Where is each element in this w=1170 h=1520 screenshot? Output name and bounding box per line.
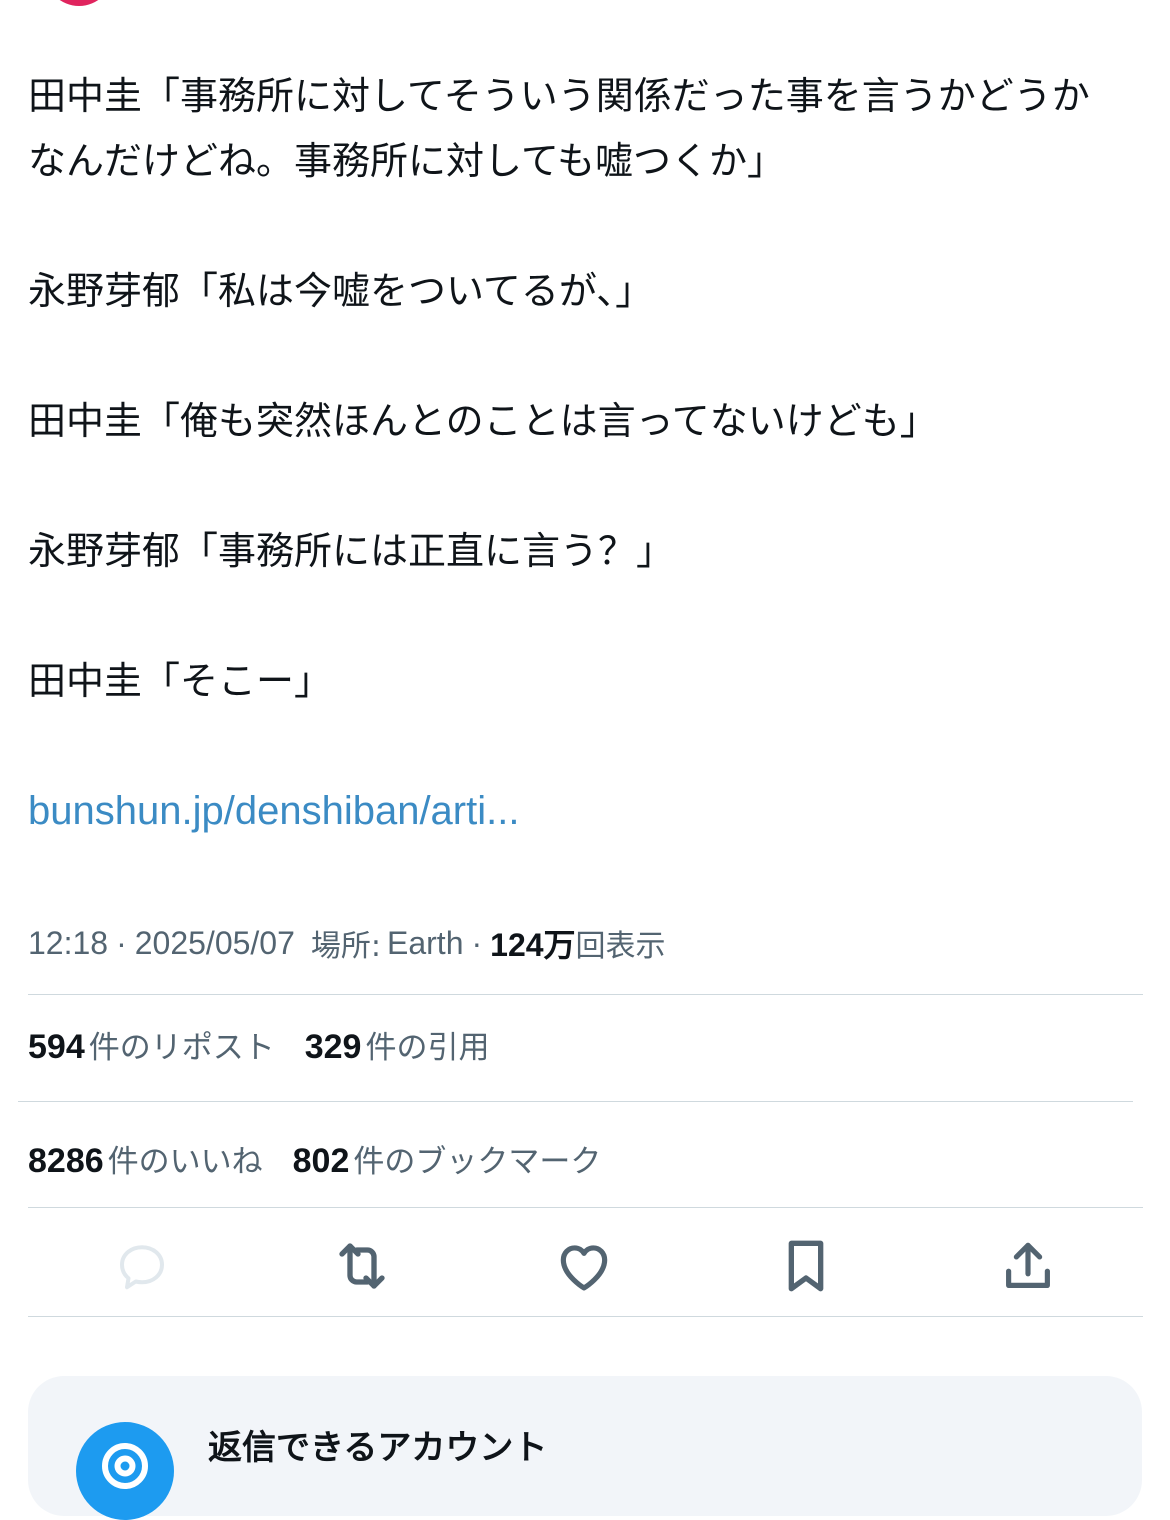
tweet-text: 田中圭「事務所に対してそういう関係だった事を言うかどうか なんだけどね。事務所に… [28, 64, 1143, 844]
mention-icon [76, 1422, 174, 1520]
share-icon [997, 1235, 1059, 1301]
repost-icon [330, 1234, 394, 1302]
likes-label: 件のいいね [107, 1143, 263, 1180]
bookmarks-count: 802 [292, 1141, 350, 1180]
tweet-link[interactable]: bunshun.jp/denshiban/arti... [28, 779, 1143, 844]
reposts-label: 件のリポスト [88, 1029, 275, 1066]
quotes-count: 329 [304, 1027, 362, 1066]
views-label: 回表示 [575, 929, 666, 964]
bookmarks-stat[interactable]: 802 件のブックマーク [293, 1136, 602, 1181]
divider [28, 1316, 1143, 1317]
views-count: 124万 [490, 927, 576, 963]
reposts-stat[interactable]: 594 件のリポスト [28, 1022, 275, 1067]
stats-row-likes: 8286 件のいいね 802 件のブックマーク [28, 1128, 631, 1188]
tweet-line: 田中圭「俺も突然ほんとのことは言ってないけども」 [28, 399, 938, 443]
stats-row-reposts: 594 件のリポスト 329 件の引用 [28, 1014, 519, 1074]
likes-stat[interactable]: 8286 件のいいね [28, 1136, 263, 1181]
tweet-date[interactable]: 2025/05/07 [135, 925, 295, 962]
bookmarks-label: 件のブックマーク [353, 1143, 602, 1180]
reposts-count: 594 [28, 1027, 85, 1066]
action-bar [28, 1218, 1143, 1316]
author-avatar[interactable] [45, 0, 113, 6]
bookmark-button[interactable] [774, 1236, 838, 1300]
tweet-line: 永野芽郁「事務所には正直に言う？」 [28, 529, 675, 573]
bookmark-icon [774, 1234, 838, 1302]
tweet-time[interactable]: 12:18 [28, 925, 108, 962]
quotes-stat[interactable]: 329 件の引用 [305, 1022, 490, 1067]
tweet-location: Earth [387, 924, 464, 961]
tweet-line: 田中圭「そこー」 [28, 659, 333, 703]
share-button[interactable] [996, 1236, 1060, 1300]
repost-button[interactable] [330, 1236, 394, 1300]
divider [18, 1101, 1133, 1102]
reply-button[interactable] [110, 1236, 174, 1300]
reply-restriction-title: 返信できるアカウント [208, 1428, 548, 1468]
divider [28, 994, 1143, 995]
tweet-line: 永野芽郁「私は今嘘をついてるが、」 [28, 269, 654, 313]
tweet-line: 田中圭「事務所に対してそういう関係だった事を言うかどうか [28, 74, 1090, 118]
meta-separator: · [116, 924, 127, 961]
tweet-meta: 12:18 · 2025/05/07 場所: Earth · 124万 回表示 [28, 915, 666, 971]
location-label: 場所: [310, 929, 381, 964]
reply-icon [112, 1236, 172, 1300]
reply-restriction-card: 返信できるアカウント [28, 1376, 1142, 1520]
divider [28, 1207, 1143, 1208]
tweet-line: なんだけどね。事務所に対しても嘘つくか」 [28, 139, 785, 183]
meta-separator: · [471, 924, 483, 961]
heart-icon [553, 1235, 615, 1301]
likes-count: 8286 [28, 1141, 104, 1180]
quotes-label: 件の引用 [365, 1029, 490, 1066]
like-button[interactable] [552, 1236, 616, 1300]
